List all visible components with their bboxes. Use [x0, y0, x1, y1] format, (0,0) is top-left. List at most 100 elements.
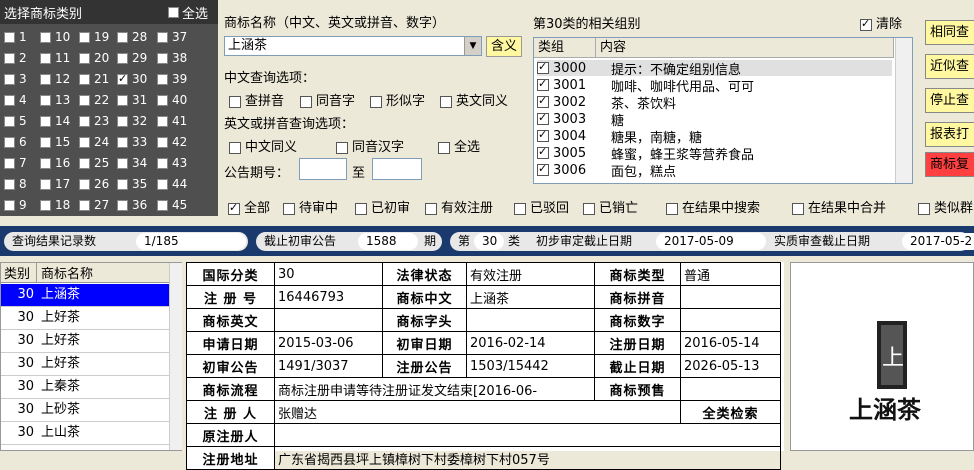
table-row[interactable]: 30 上涵茶 [1, 284, 169, 307]
checkbox-icon[interactable] [4, 52, 15, 64]
checkbox-icon[interactable] [4, 115, 15, 127]
checkbox-icon[interactable] [40, 52, 51, 64]
checkbox-icon[interactable] [4, 178, 15, 190]
checkbox-icon[interactable] [440, 95, 452, 108]
category-checkbox-33[interactable]: 33 [117, 133, 147, 151]
checkbox-icon[interactable] [157, 31, 168, 43]
checkbox-icon[interactable] [40, 157, 51, 169]
checkbox-icon[interactable] [117, 72, 128, 85]
action-button-0[interactable]: 相同查 [925, 20, 974, 45]
trademark-name-input[interactable]: 上涵茶 [224, 36, 482, 56]
checkbox-icon[interactable] [117, 157, 128, 169]
action-button-2[interactable]: 停止查 [925, 88, 974, 113]
checkbox-icon[interactable] [537, 94, 549, 108]
category-checkbox-27[interactable]: 27 [79, 196, 109, 214]
category-checkbox-22[interactable]: 22 [79, 91, 109, 109]
checkbox-icon[interactable] [117, 136, 128, 148]
group-row[interactable]: 3005蜂蜜，蜂王浆等营养食品 [537, 145, 892, 163]
checkbox-icon[interactable] [40, 73, 51, 85]
gazette-from-input[interactable] [299, 158, 347, 180]
checkbox-icon[interactable] [40, 115, 51, 127]
full-search-button[interactable]: 全类检索 [680, 400, 781, 424]
checkbox-icon[interactable] [537, 128, 549, 142]
table-row[interactable]: 30 上好茶 [1, 330, 169, 353]
en-option-1[interactable]: 同音汉字 [336, 136, 404, 155]
checkbox-icon[interactable] [79, 31, 90, 43]
checkbox-icon[interactable] [666, 202, 678, 215]
checkbox-icon[interactable] [117, 31, 128, 43]
table-row[interactable]: 30 上秦茶 [1, 376, 169, 399]
meaning-button[interactable]: 含义 [486, 36, 522, 57]
checkbox-icon[interactable] [4, 157, 15, 169]
checkbox-icon[interactable] [370, 95, 382, 108]
checkbox-icon[interactable] [157, 115, 168, 127]
checkbox-icon[interactable] [336, 141, 348, 154]
checkbox-icon[interactable] [79, 73, 90, 85]
checkbox-icon[interactable] [117, 199, 128, 211]
category-checkbox-39[interactable]: 39 [157, 70, 187, 88]
checkbox-icon[interactable] [79, 52, 90, 64]
category-checkbox-23[interactable]: 23 [79, 112, 109, 130]
group-row[interactable]: 3006 面包，糕点 [537, 162, 892, 180]
dropdown-arrow-icon[interactable]: ▼ [464, 37, 481, 55]
checkbox-icon[interactable] [79, 199, 90, 211]
category-checkbox-44[interactable]: 44 [157, 175, 187, 193]
group-row[interactable]: 3002茶、茶饮料 [537, 94, 892, 112]
checkbox-icon[interactable] [168, 7, 179, 18]
checkbox-icon[interactable] [300, 95, 312, 108]
category-checkbox-19[interactable]: 19 [79, 28, 109, 46]
checkbox-icon[interactable] [228, 201, 240, 215]
table-row[interactable]: 30 上好茶 [1, 307, 169, 330]
category-checkbox-45[interactable]: 45 [157, 196, 187, 214]
en-option-2[interactable]: 全选 [438, 136, 480, 155]
checkbox-icon[interactable] [355, 202, 367, 215]
category-checkbox-20[interactable]: 20 [79, 49, 109, 67]
category-checkbox-26[interactable]: 26 [79, 175, 109, 193]
checkbox-icon[interactable] [918, 202, 930, 215]
checkbox-icon[interactable] [283, 202, 295, 215]
checkbox-icon[interactable] [860, 17, 872, 31]
category-checkbox-12[interactable]: 12 [40, 70, 70, 88]
checkbox-icon[interactable] [117, 94, 128, 106]
category-checkbox-18[interactable]: 18 [40, 196, 70, 214]
filter-0[interactable]: 全部 [228, 197, 270, 216]
checkbox-icon[interactable] [157, 136, 168, 148]
checkbox-icon[interactable] [117, 52, 128, 64]
checkbox-icon[interactable] [537, 162, 549, 176]
filter-1[interactable]: 待审中 [283, 197, 338, 216]
group-row[interactable]: 3000提示：不确定组别信息 [537, 60, 892, 78]
table-row[interactable]: 30 上好茶 [1, 353, 169, 376]
checkbox-icon[interactable] [4, 199, 15, 211]
checkbox-icon[interactable] [792, 202, 804, 215]
groups-scrollbar[interactable] [895, 38, 912, 183]
action-button-3[interactable]: 报表打 [925, 122, 974, 147]
category-checkbox-36[interactable]: 36 [117, 196, 147, 214]
category-checkbox-8[interactable]: 8 [4, 175, 27, 193]
category-checkbox-10[interactable]: 10 [40, 28, 70, 46]
result-list[interactable]: 类别 商标名称 30 上涵茶 30 上好茶 30 上好茶 30 上好茶 30 上秦茶 30 上砂茶 30… [0, 262, 182, 451]
category-checkbox-25[interactable]: 25 [79, 154, 109, 172]
category-checkbox-16[interactable]: 16 [40, 154, 70, 172]
checkbox-icon[interactable] [40, 94, 51, 106]
category-checkbox-42[interactable]: 42 [157, 133, 187, 151]
checkbox-icon[interactable] [4, 31, 15, 43]
select-all-checkbox[interactable]: 全选 [168, 3, 208, 22]
checkbox-icon[interactable] [229, 95, 241, 108]
category-checkbox-32[interactable]: 32 [117, 112, 147, 130]
checkbox-icon[interactable] [157, 199, 168, 211]
category-checkbox-34[interactable]: 34 [117, 154, 147, 172]
checkbox-icon[interactable] [79, 115, 90, 127]
category-checkbox-2[interactable]: 2 [4, 49, 27, 67]
checkbox-icon[interactable] [4, 94, 15, 106]
group-row[interactable]: 3004糖果，南糖，糖 [537, 128, 892, 146]
groups-list[interactable]: 类组 内容 3000提示：不确定组别信息3001咖啡、咖啡代用品、可可3002茶… [533, 37, 913, 184]
checkbox-icon[interactable] [157, 178, 168, 190]
checkbox-icon[interactable] [438, 141, 450, 154]
category-checkbox-38[interactable]: 38 [157, 49, 187, 67]
checkbox-icon[interactable] [4, 73, 15, 85]
checkbox-icon[interactable] [79, 178, 90, 190]
cn-option-1[interactable]: 同音字 [300, 90, 355, 109]
gazette-to-input[interactable] [372, 158, 422, 180]
checkbox-icon[interactable] [40, 199, 51, 211]
checkbox-icon[interactable] [79, 94, 90, 106]
